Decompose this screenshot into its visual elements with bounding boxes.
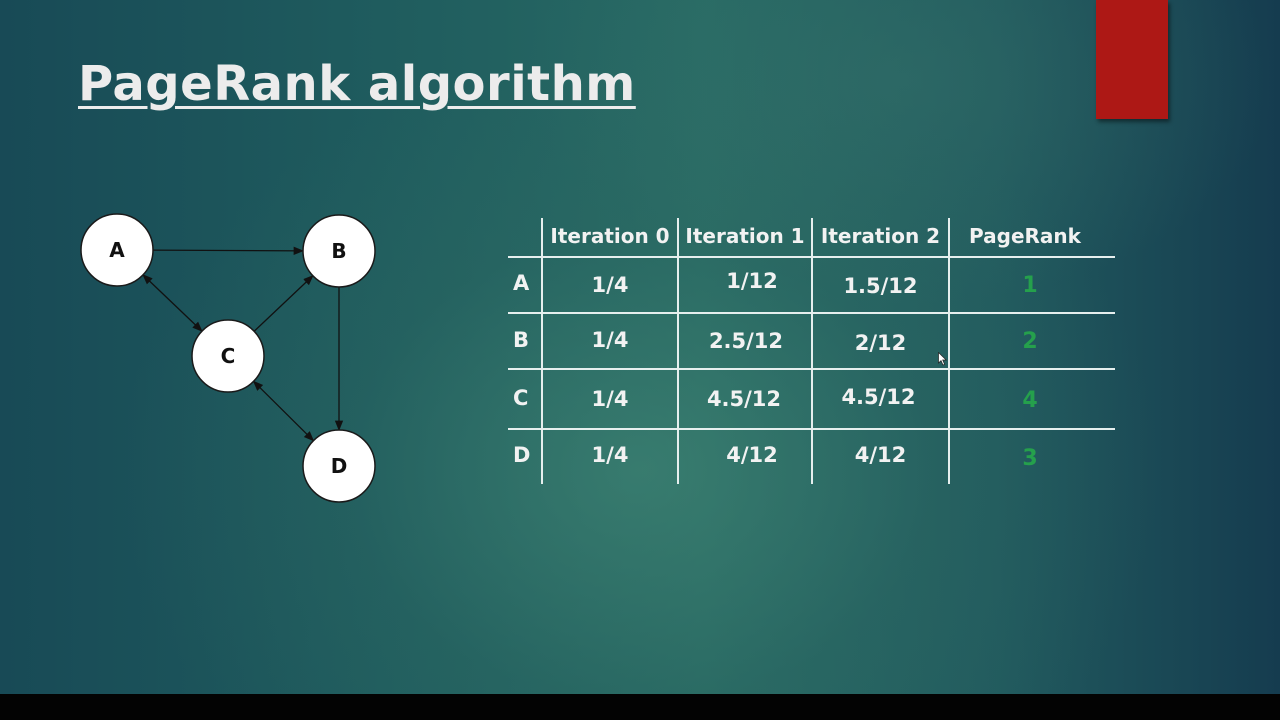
pagerank-value: 1: [1022, 273, 1038, 298]
table-cell: 1/4: [591, 273, 629, 297]
table-cell: 4/12: [854, 443, 907, 467]
header-iteration-2: Iteration 2: [820, 224, 941, 248]
table-cell: 2/12: [854, 331, 907, 355]
row-label: A: [513, 271, 530, 295]
pagerank-table: Iteration 0 Iteration 1 Iteration 2 Page…: [0, 0, 1280, 694]
letterbox-bar: [0, 694, 1280, 720]
table-cell: 4.5/12: [841, 385, 916, 409]
table-cell: 1/4: [591, 328, 629, 352]
pagerank-value: 3: [1022, 446, 1038, 471]
table-cell: 1.5/12: [843, 274, 918, 298]
pagerank-value: 4: [1022, 388, 1038, 413]
table-cell: 1/4: [591, 443, 629, 467]
table-cell: 2.5/12: [708, 329, 784, 353]
mouse-cursor-icon: [938, 352, 948, 366]
slide: PageRank algorithm ABCD Iteration 0 Iter…: [0, 0, 1280, 694]
table-cell: 1/12: [726, 269, 778, 293]
row-label: D: [513, 443, 531, 467]
header-pagerank: PageRank: [969, 224, 1081, 248]
header-iteration-1: Iteration 1: [685, 224, 805, 248]
table-cell: 4/12: [726, 443, 778, 467]
row-label: B: [513, 328, 530, 352]
table-cell: 4.5/12: [706, 387, 782, 411]
table-cell: 1/4: [591, 387, 629, 411]
row-label: C: [513, 386, 529, 410]
header-iteration-0: Iteration 0: [550, 224, 670, 248]
pagerank-value: 2: [1022, 329, 1038, 354]
